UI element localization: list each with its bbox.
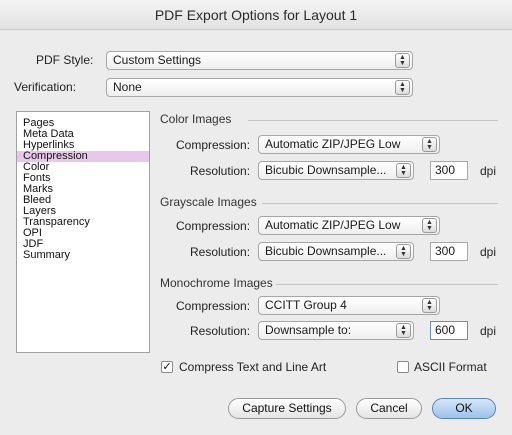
monochrome-compression-label: Compression: [176,299,251,313]
grayscale-images-title: Grayscale Images [160,195,257,209]
color-resolution-field[interactable]: 300 [430,161,468,180]
chevron-updown-icon: ▲ ▼ [395,80,410,95]
color-resolution-method-popup[interactable]: Bicubic Downsample... ▲ ▼ [258,161,414,180]
compress-text-label: Compress Text and Line Art [179,360,327,374]
monochrome-resolution-method-value: Downsample to: [265,323,352,337]
settings-category-list: Pages Meta Data Hyperlinks Compression C… [16,111,150,353]
checkmark-icon: ✓ [162,361,172,373]
compress-text-checkbox[interactable]: ✓ [161,361,173,373]
grayscale-resolution-method-value: Bicubic Downsample... [265,244,387,258]
chevron-updown-icon: ▲ ▼ [396,163,411,178]
pdf-style-label: PDF Style: [36,53,94,67]
ascii-format-checkbox[interactable] [397,361,409,373]
color-compression-label: Compression: [176,138,251,152]
grayscale-compression-popup[interactable]: Automatic ZIP/JPEG Low ▲ ▼ [258,216,440,235]
color-compression-popup[interactable]: Automatic ZIP/JPEG Low ▲ ▼ [258,135,440,154]
grayscale-compression-value: Automatic ZIP/JPEG Low [265,218,401,232]
monochrome-resolution-label: Resolution: [190,324,251,338]
window-title: PDF Export Options for Layout 1 [0,0,512,30]
color-resolution-label: Resolution: [190,164,251,178]
pdf-style-popup[interactable]: Custom Settings ▲ ▼ [106,51,413,70]
monochrome-resolution-method-popup[interactable]: Downsample to: ▲ ▼ [258,321,414,340]
section-divider [248,120,498,121]
section-divider [276,284,498,285]
capture-settings-button[interactable]: Capture Settings [228,398,346,419]
pdf-style-value: Custom Settings [113,53,202,67]
grayscale-dpi-label: dpi [480,245,497,259]
ok-button[interactable]: OK [432,398,496,419]
color-compression-value: Automatic ZIP/JPEG Low [265,137,401,151]
grayscale-compression-label: Compression: [176,219,251,233]
chevron-updown-icon: ▲ ▼ [422,298,437,313]
section-divider [262,203,498,204]
monochrome-compression-popup[interactable]: CCITT Group 4 ▲ ▼ [258,296,440,315]
chevron-updown-icon: ▲ ▼ [395,53,410,68]
monochrome-resolution-field[interactable]: 600 [430,321,468,340]
color-dpi-label: dpi [480,164,497,178]
verification-label: Verification: [14,80,77,94]
grayscale-resolution-label: Resolution: [190,245,251,259]
chevron-updown-icon: ▲ ▼ [422,137,437,152]
ascii-format-label: ASCII Format [414,360,487,374]
grayscale-resolution-method-popup[interactable]: Bicubic Downsample... ▲ ▼ [258,242,414,261]
verification-popup[interactable]: None ▲ ▼ [106,78,413,97]
grayscale-resolution-field[interactable]: 300 [430,242,468,261]
pdf-export-dialog: PDF Export Options for Layout 1 PDF Styl… [0,0,512,435]
verification-value: None [113,80,142,94]
sidebar-item-summary[interactable]: Summary [17,250,149,261]
chevron-updown-icon: ▲ ▼ [396,323,411,338]
monochrome-dpi-label: dpi [480,324,497,338]
cancel-button[interactable]: Cancel [356,398,422,419]
monochrome-compression-value: CCITT Group 4 [265,298,347,312]
chevron-updown-icon: ▲ ▼ [422,218,437,233]
color-images-title: Color Images [160,112,232,126]
monochrome-images-title: Monochrome Images [160,276,273,290]
chevron-updown-icon: ▲ ▼ [396,244,411,259]
color-resolution-method-value: Bicubic Downsample... [265,163,387,177]
